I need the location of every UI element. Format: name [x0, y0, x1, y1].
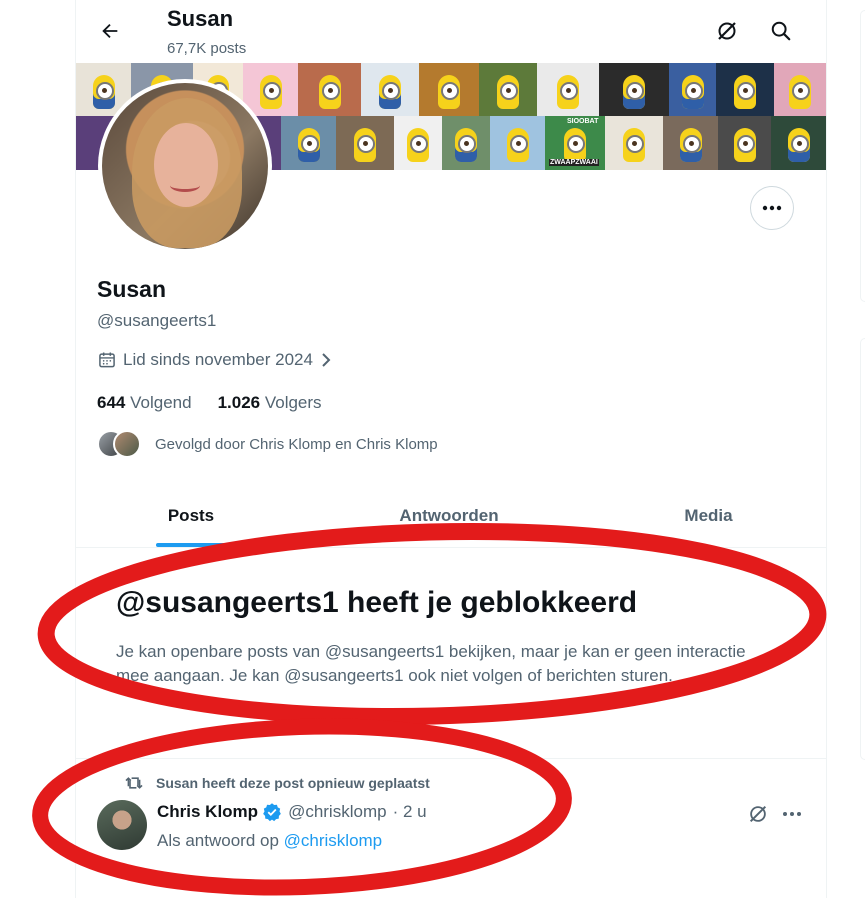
- post-header: Chris Klomp @chrisklomp · 2 u: [157, 802, 427, 822]
- tab-label: Antwoorden: [399, 506, 499, 525]
- profile-tabs: Posts Antwoorden Media: [76, 486, 826, 548]
- active-tab-indicator: [156, 543, 226, 547]
- post-author-name[interactable]: Chris Klomp: [157, 802, 258, 822]
- banner-tile: [718, 116, 771, 170]
- banner-tile: [394, 116, 442, 170]
- tab-posts[interactable]: Posts: [76, 486, 306, 547]
- followed-by-text: Gevolgd door Chris Klomp en Chris Klomp: [155, 435, 438, 453]
- banner-tile: [605, 116, 663, 170]
- banner-tile: [361, 63, 419, 116]
- post-time[interactable]: · 2 u: [393, 802, 427, 822]
- tab-antwoorden[interactable]: Antwoorden: [334, 486, 564, 546]
- post-more-button[interactable]: [779, 801, 805, 827]
- banner-tile: [479, 63, 537, 116]
- side-panel-edge: [860, 0, 865, 898]
- following-count: 644: [97, 393, 126, 412]
- back-button[interactable]: [93, 14, 127, 48]
- grok-icon: [718, 22, 736, 40]
- more-icon: [762, 205, 782, 211]
- more-icon: [783, 812, 801, 816]
- following-link[interactable]: 644 Volgend: [97, 393, 192, 413]
- banner-tile-text: ZWAAPZWAAI: [549, 159, 599, 166]
- banner-tile: [771, 116, 826, 170]
- banner-tile: SIOOBAT ZWAAPZWAAI: [545, 116, 605, 170]
- banner-tile: [419, 63, 479, 116]
- banner-tile: [537, 63, 599, 116]
- chevron-right-icon: [322, 353, 331, 367]
- banner-tile: [663, 116, 718, 170]
- reply-context: Als antwoord op @chrisklomp: [157, 831, 382, 851]
- post-author-avatar[interactable]: [97, 800, 147, 850]
- banner-tile: [298, 63, 361, 116]
- banner-tile: [336, 116, 394, 170]
- banner-tile: [243, 63, 298, 116]
- repost-icon: [125, 777, 143, 789]
- repost-indicator: Susan heeft deze post opnieuw geplaatst: [124, 775, 430, 791]
- banner-tile: [774, 63, 826, 116]
- more-options-button[interactable]: [750, 186, 794, 230]
- profile-header-bar: Susan 67,7K posts: [76, 0, 826, 63]
- reply-prefix: Als antwoord op: [157, 831, 279, 850]
- joined-date[interactable]: Lid sinds november 2024: [97, 350, 333, 370]
- reply-to-link[interactable]: @chrisklomp: [284, 831, 383, 850]
- verified-badge-icon: [263, 803, 281, 822]
- repost-label: Susan heeft deze post opnieuw geplaatst: [156, 775, 430, 791]
- calendar-icon: [99, 352, 115, 368]
- follower-avatar: [113, 430, 141, 458]
- joined-label: Lid sinds november 2024: [123, 350, 313, 369]
- blocked-title: @susangeerts1 heeft je geblokkeerd: [116, 586, 638, 619]
- banner-tile: [442, 116, 490, 170]
- tab-label: Posts: [167, 506, 215, 525]
- following-label: Volgend: [130, 393, 192, 412]
- follow-stats: 644 Volgend 1.026 Volgers: [97, 393, 322, 413]
- divider: [76, 758, 826, 759]
- tab-label: Media: [684, 506, 733, 525]
- blocked-text: Je kan openbare posts van @susangeerts1 …: [116, 642, 746, 685]
- search-icon: [771, 21, 791, 41]
- banner-tile: [599, 63, 669, 116]
- banner-tile: [716, 63, 774, 116]
- grok-button[interactable]: [710, 14, 744, 48]
- header-name: Susan: [167, 6, 234, 31]
- profile-avatar[interactable]: [98, 79, 272, 253]
- banner-tile: [281, 116, 336, 170]
- search-button[interactable]: [764, 14, 798, 48]
- followed-by[interactable]: Gevolgd door Chris Klomp en Chris Klomp: [97, 430, 438, 458]
- followers-count: 1.026: [217, 393, 261, 412]
- profile-name: Susan: [97, 276, 167, 302]
- post-author-handle[interactable]: @chrisklomp: [288, 802, 387, 822]
- banner-tile: [669, 63, 716, 116]
- header-post-count: 67,7K posts: [167, 40, 247, 57]
- banner-tile-text: SIOOBAT: [567, 118, 599, 125]
- tab-media[interactable]: Media: [596, 486, 821, 546]
- banner-tile: [490, 116, 545, 170]
- followers-label: Volgers: [264, 393, 322, 412]
- arrow-left-icon: [102, 23, 118, 39]
- grok-icon: [749, 805, 767, 823]
- avatar-photo: [102, 83, 268, 249]
- profile-column: Susan 67,7K posts SIOOBAT ZWAAPZWAAI Sus…: [75, 0, 827, 898]
- profile-handle: @susangeerts1: [97, 311, 217, 330]
- followers-link[interactable]: 1.026 Volgers: [218, 393, 322, 413]
- post-grok-button[interactable]: [745, 801, 771, 827]
